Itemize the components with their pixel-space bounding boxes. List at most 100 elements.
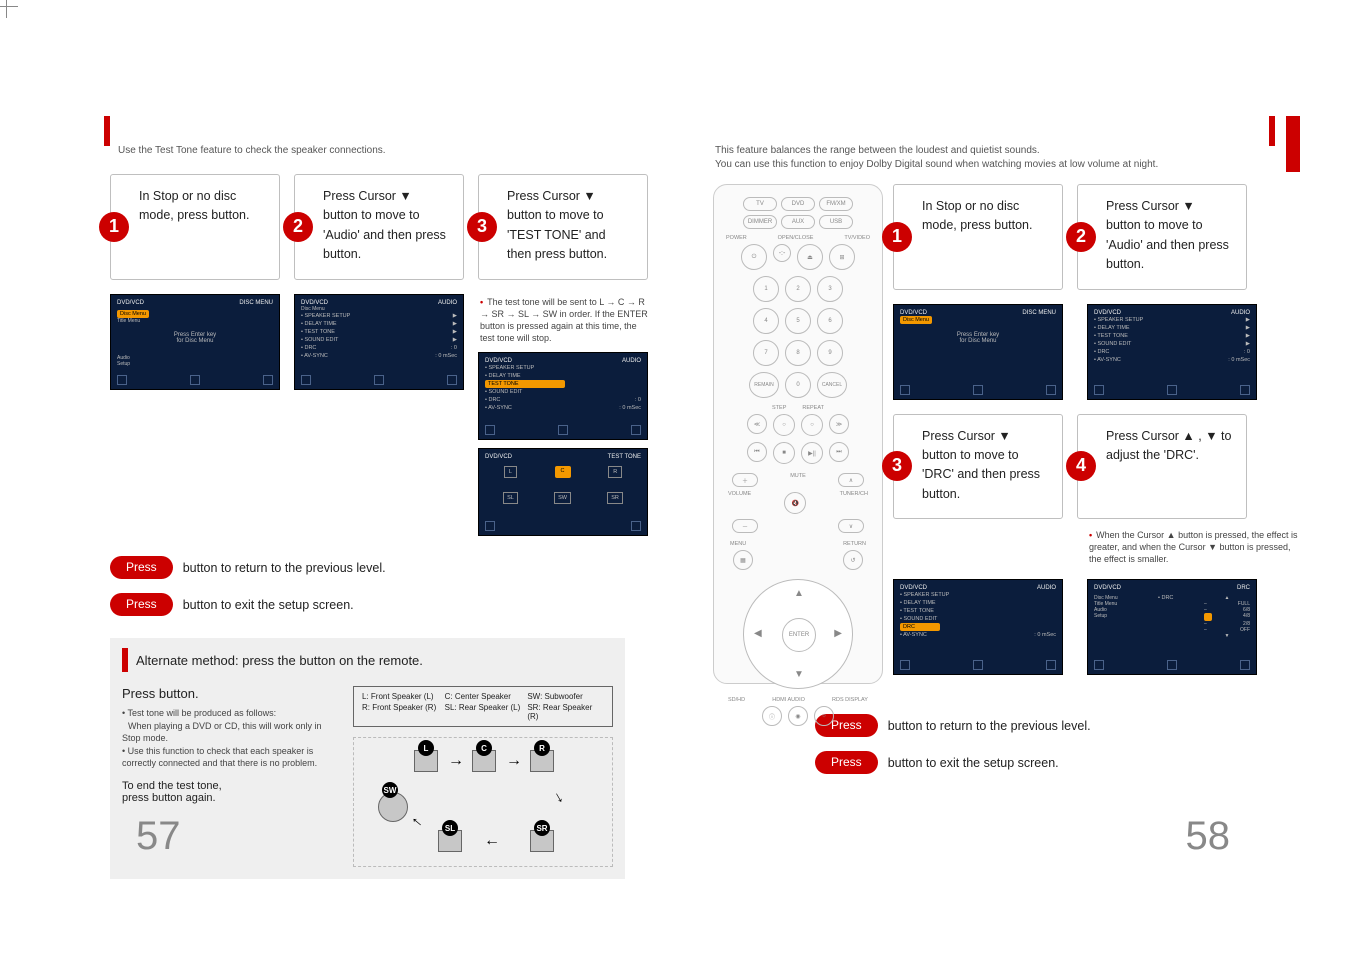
page-number-left: 57 <box>136 814 181 859</box>
right-exit-text: button to exit the setup screen. <box>888 756 1059 770</box>
remote-btn-chdn[interactable]: ∨ <box>838 519 864 533</box>
remote-btn-remain[interactable]: REMAIN <box>749 372 779 398</box>
r-screen-audio: DVD/VCDAUDIO • SPEAKER SETUP▶ • DELAY TI… <box>1087 304 1257 400</box>
remote-num-6[interactable]: 6 <box>817 308 843 334</box>
s3-tt-hi: TEST TONE <box>485 380 565 388</box>
page-right: This feature balances the range between … <box>695 116 1300 879</box>
remote-indicator: -:- <box>773 244 791 262</box>
remote-btn-fmxm[interactable]: FM/XM <box>819 197 853 211</box>
remote-num-1[interactable]: 1 <box>753 276 779 302</box>
page-number-right: 58 <box>1186 814 1231 859</box>
mi-drc: DRC <box>304 345 316 351</box>
screen-hdr-r: DISC MENU <box>239 300 273 306</box>
mi-av-val: : 0 mSec <box>435 353 457 359</box>
r-step-2-num: 2 <box>1066 222 1096 252</box>
arrow-icon: → <box>548 786 572 809</box>
remote-btn-cancel[interactable]: CANCEL <box>817 372 847 398</box>
remote-num-2[interactable]: 2 <box>785 276 811 302</box>
remote-num-7[interactable]: 7 <box>753 340 779 366</box>
rs3-se: SOUND EDIT <box>903 616 937 622</box>
remote-btn-volup[interactable]: ＋ <box>732 473 758 487</box>
remote-num-4[interactable]: 4 <box>753 308 779 334</box>
remote-btn-dvd[interactable]: DVD <box>781 197 815 211</box>
disc-center-2: for Disc Menu <box>117 338 273 344</box>
tab-title-menu: Title Menu <box>117 318 273 324</box>
remote-btn-ff[interactable]: ⏭ <box>829 442 849 462</box>
tt-R: R <box>608 466 622 478</box>
remote-btn-chup[interactable]: ∧ <box>838 473 864 487</box>
remote-btn-tv[interactable]: TV <box>743 197 777 211</box>
r-step-3-text: Press Cursor ▼ button to move to 'DRC' a… <box>922 429 1040 501</box>
remote-btn-power[interactable]: ⏻ <box>741 244 767 270</box>
remote-btn-mute[interactable]: 🔇 <box>784 492 806 514</box>
step-3: 3 Press Cursor ▼ button to move to 'TEST… <box>478 174 648 280</box>
remote-cursor-right[interactable]: ▶ <box>834 628 842 639</box>
speaker-flow-diagram: L C R SW SL SR → → → ← ← <box>353 737 613 867</box>
tt-C: C <box>555 466 571 478</box>
remote-btn-usb[interactable]: USB <box>819 215 853 229</box>
s3-avv: : 0 mSec <box>619 405 641 411</box>
remote-btn-hdmi[interactable]: ◉ <box>788 706 808 726</box>
remote-btn-repeat[interactable]: ○ <box>801 414 823 436</box>
remote-btn-menu[interactable]: ▦ <box>733 550 753 570</box>
remote-btn-prev1[interactable]: ≪ <box>747 414 767 434</box>
rs1-hi: Disc Menu <box>900 316 932 324</box>
remote-num-9[interactable]: 9 <box>817 340 843 366</box>
remote-btn-voldn[interactable]: － <box>732 519 758 533</box>
remote-btn-step[interactable]: ○ <box>773 414 795 436</box>
remote-btn-rds[interactable]: ☼ <box>814 706 834 726</box>
remote-num-0[interactable]: 0 <box>785 372 811 398</box>
press-pill-2: Press <box>110 593 173 616</box>
press-pill-4: Press <box>815 751 878 774</box>
rs1-hl: DVD/VCD <box>900 310 927 316</box>
remote-cursor-up[interactable]: ▲ <box>794 588 804 599</box>
remote-btn-rw[interactable]: ⏮ <box>747 442 767 462</box>
mi-avsync: AV-SYNC <box>304 353 328 359</box>
remote-cursor-down[interactable]: ▼ <box>794 669 804 680</box>
left-return-row: Press button to return to the previous l… <box>110 556 655 579</box>
s3-drc: DRC <box>488 397 500 403</box>
right-intro: This feature balances the range between … <box>715 144 1300 172</box>
rs2-avv: : 0 mSec <box>1228 357 1250 363</box>
remote-btn-eject[interactable]: ⏏ <box>797 244 823 270</box>
remote-btn-enter[interactable]: ENTER <box>782 618 816 652</box>
arrow-icon: ← <box>406 809 430 833</box>
left-screens-row: DVD/VCDDISC MENU Disc Menu Title Menu Pr… <box>110 286 655 537</box>
remote-num-5[interactable]: 5 <box>785 308 811 334</box>
arrow-icon: → <box>448 752 464 770</box>
shade-b1b: When playing a DVD or CD, this will work… <box>122 721 322 744</box>
crop-mark-left <box>0 14 14 28</box>
left-intro: Use the Test Tone feature to check the s… <box>118 144 655 158</box>
rs3-dt: DELAY TIME <box>903 600 935 606</box>
step3-note: •The test tone will be sent to L → C → R… <box>480 296 648 345</box>
remote-btn-next1[interactable]: ≫ <box>829 414 849 434</box>
remote-num-8[interactable]: 8 <box>785 340 811 366</box>
lg-SR: SR: Rear Speaker (R) <box>527 703 604 721</box>
remote-num-3[interactable]: 3 <box>817 276 843 302</box>
lg-C: C: Center Speaker <box>445 692 522 701</box>
screen-audio-menu: DVD/VCDAUDIO Disc Menu • SPEAKER SETUP▶ … <box>294 294 464 390</box>
remote-btn-return[interactable]: ↺ <box>843 550 863 570</box>
sp-SW: SW <box>382 782 398 798</box>
remote-btn-play[interactable]: ▶|| <box>801 442 823 464</box>
right-intro1: This feature balances the range between … <box>715 144 1300 158</box>
right-return-text: button to return to the previous level. <box>888 719 1091 733</box>
remote-lbl-open: OPEN/CLOSE <box>778 235 814 241</box>
lg-SW: SW: Subwoofer <box>527 692 604 701</box>
remote-btn-stop[interactable]: ■ <box>773 442 795 464</box>
remote-btn-tvvideo[interactable]: ⊞ <box>829 244 855 270</box>
s3-se: SOUND EDIT <box>488 389 522 395</box>
step-3-text: Press Cursor ▼ button to move to 'TEST T… <box>507 189 607 261</box>
r-step-3: 3 Press Cursor ▼ button to move to 'DRC'… <box>893 414 1063 520</box>
remote-btn-info[interactable]: ⓘ <box>762 706 782 726</box>
remote-lbl-repeat: REPEAT <box>802 405 824 411</box>
remote-lbl-tuner: TUNER/CH <box>840 491 868 517</box>
tt-L: L <box>504 466 517 478</box>
s3-hr: AUDIO <box>622 358 641 364</box>
rs2-se: SOUND EDIT <box>1097 341 1131 347</box>
remote-btn-aux[interactable]: AUX <box>781 215 815 229</box>
screen2-hdr-l: DVD/VCD <box>301 300 328 306</box>
remote-btn-dimmer[interactable]: DIMMER <box>743 215 777 229</box>
tab-disc-menu: Disc Menu <box>117 310 149 318</box>
remote-cursor-left[interactable]: ◀ <box>754 628 762 639</box>
